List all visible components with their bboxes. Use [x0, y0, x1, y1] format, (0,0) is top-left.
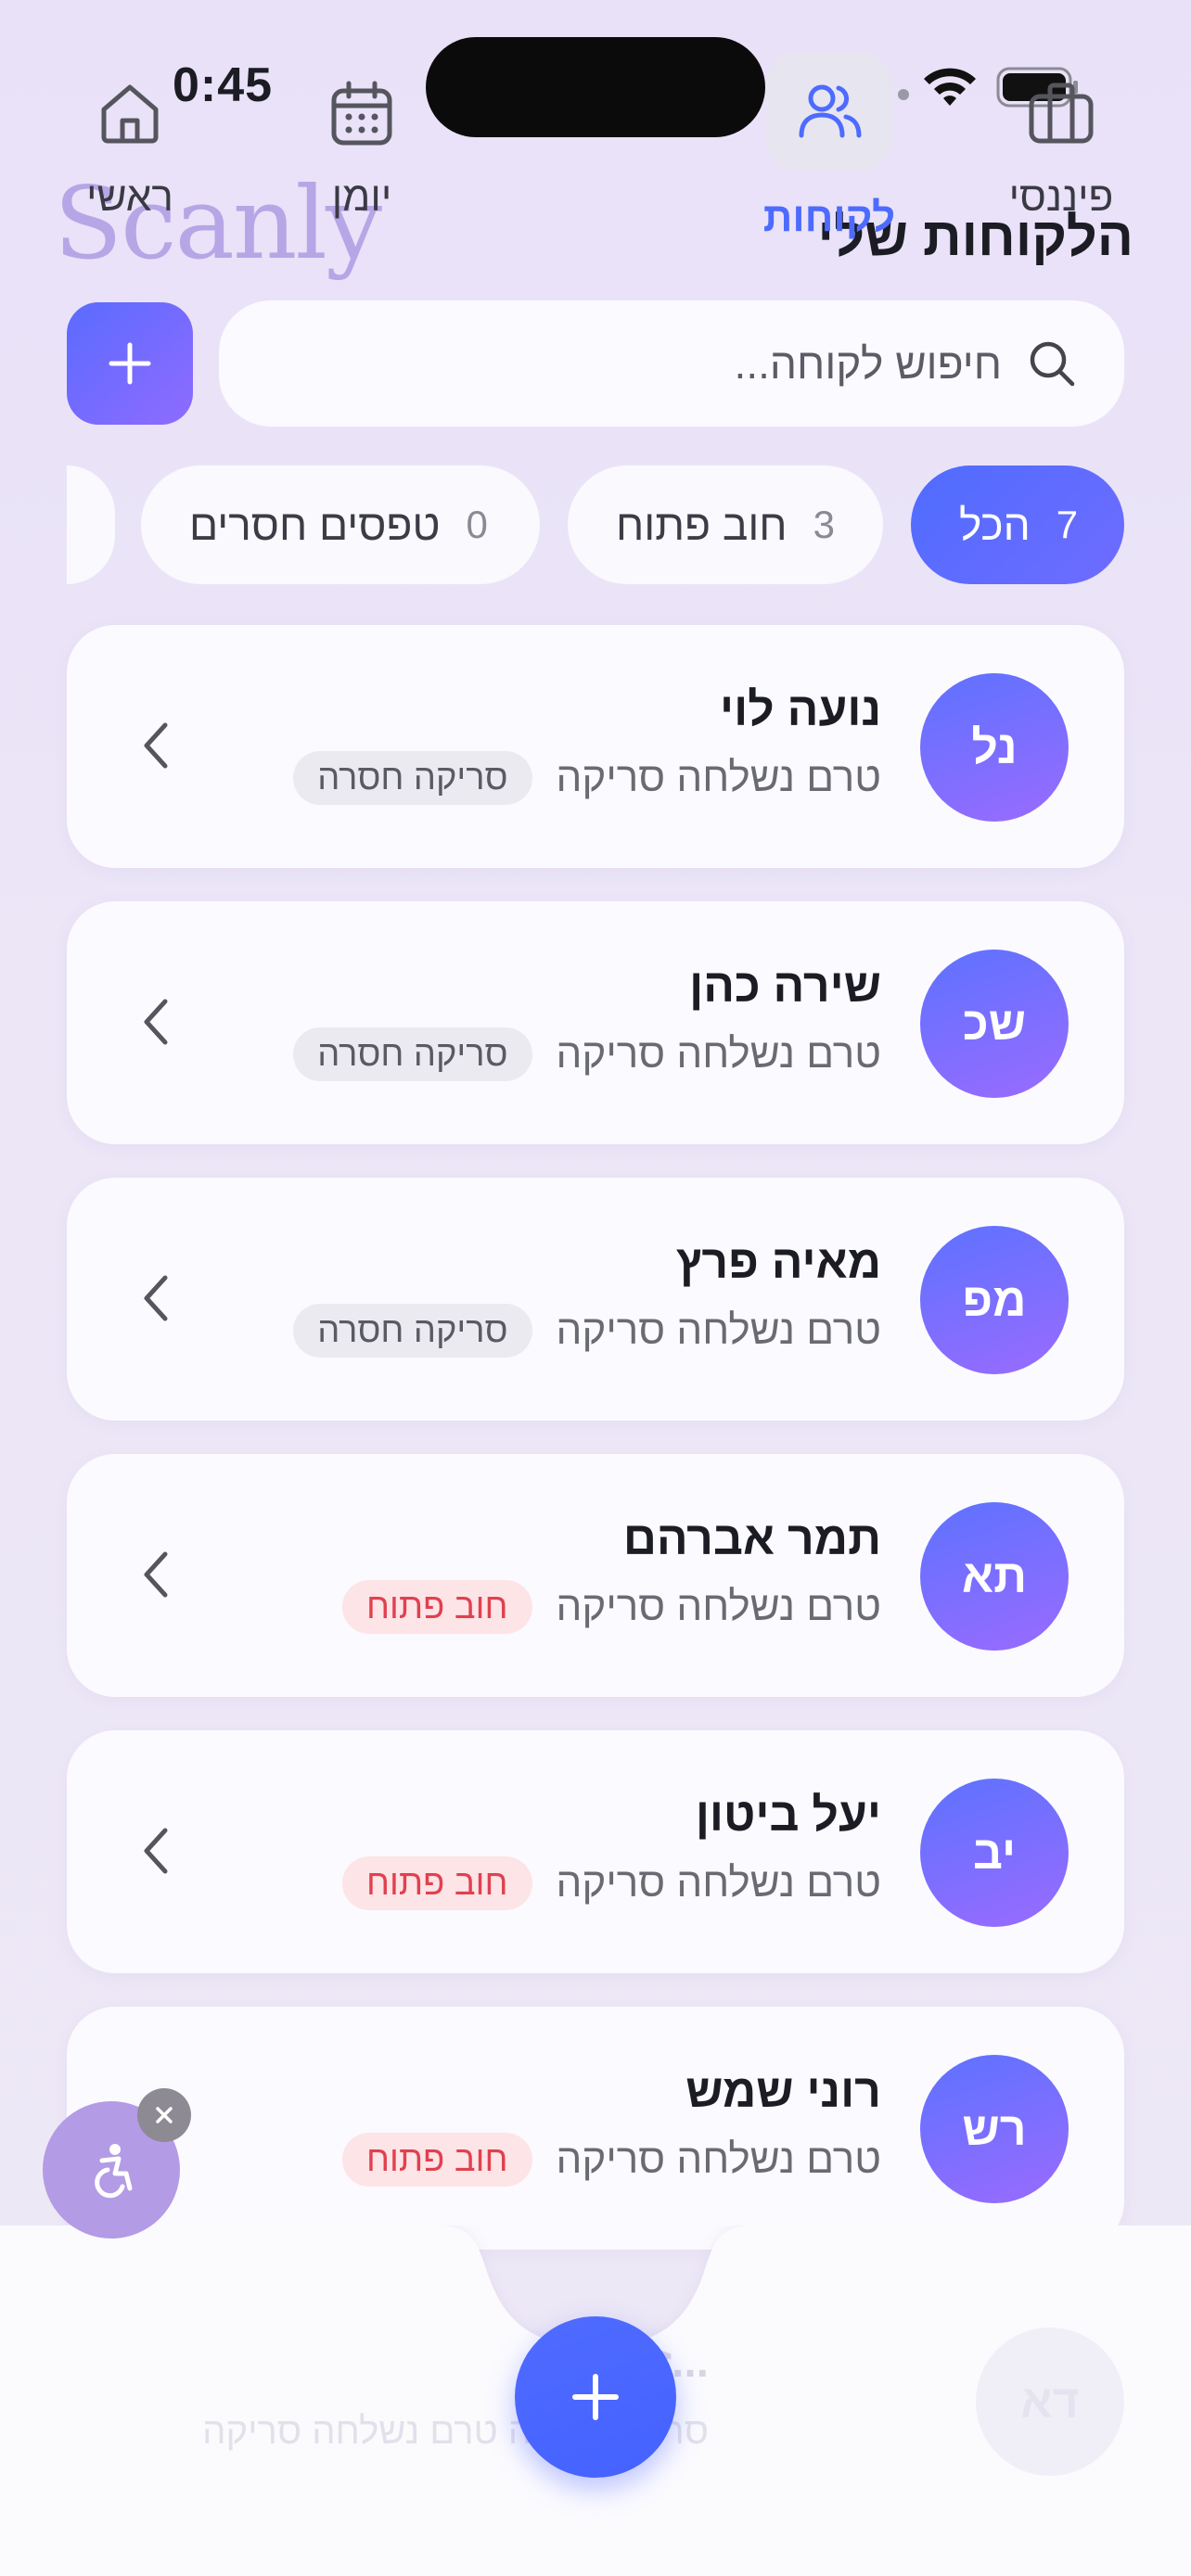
tab-finance[interactable]: פיננסי — [968, 56, 1154, 260]
filter-chip-all[interactable]: הכל 7 — [911, 465, 1124, 584]
avatar: רש — [920, 2055, 1069, 2203]
status-badge: סריקה חסרה — [293, 1027, 532, 1081]
debt-badge: חוב פתוח — [342, 1856, 532, 1910]
client-card[interactable]: תא תמר אברהם חוב פתוח טרם נשלחה סריקה — [67, 1454, 1124, 1697]
avatar: מפ — [920, 1226, 1069, 1374]
client-card[interactable]: רש רוני שמש חוב פתוח טרם נשלחה סריקה — [67, 2007, 1124, 2250]
search-placeholder: חיפוש לקוחה... — [734, 339, 1002, 388]
avatar: שכ — [920, 950, 1069, 1098]
status-badge: סריקה חסרה — [293, 751, 532, 805]
client-card[interactable]: שכ שירה כהן סריקה חסרה טרם נשלחה סריקה — [67, 901, 1124, 1144]
client-status: טרם נשלחה סריקה — [556, 755, 881, 800]
new-scan-fab[interactable] — [515, 2316, 676, 2478]
briefcase-icon — [1029, 83, 1094, 144]
avatar: נל — [920, 673, 1069, 822]
tab-label: לקוחות — [762, 195, 896, 240]
add-client-button[interactable] — [67, 302, 193, 425]
tab-active-indicator — [766, 52, 892, 171]
calendar-icon — [331, 81, 392, 146]
client-status: טרם נשלחה סריקה — [556, 2136, 881, 2182]
filter-chip-label: חוב פתוח — [616, 501, 788, 549]
chevron-left-icon — [144, 722, 168, 769]
tab-label: פיננסי — [1008, 174, 1114, 220]
chevron-left-icon — [144, 1551, 168, 1598]
chevron-left-icon — [144, 1828, 168, 1874]
chevron-left-icon — [144, 1275, 168, 1321]
avatar: יב — [920, 1779, 1069, 1927]
filter-chip-count: 3 — [813, 503, 835, 546]
plus-icon — [572, 2374, 619, 2420]
client-card[interactable]: מפ מאיה פרץ סריקה חסרה טרם נשלחה סריקה — [67, 1178, 1124, 1421]
filter-chip-count: 0 — [466, 503, 488, 546]
filter-chip-missing-forms[interactable]: טפסים חסרים 0 — [141, 465, 540, 584]
tab-calendar[interactable]: יומן — [269, 56, 455, 260]
client-status: טרם נשלחה סריקה — [556, 1860, 881, 1906]
tab-label: יומן — [331, 174, 392, 220]
home-icon — [101, 84, 159, 144]
filter-chip-label: טפסים חסרים — [189, 501, 441, 549]
avatar: תא — [920, 1502, 1069, 1651]
debt-badge: חוב פתוח — [342, 2133, 532, 2187]
client-name: מאיה פרץ — [675, 1236, 881, 1288]
close-icon — [156, 2107, 173, 2123]
client-name: שירה כהן — [689, 960, 881, 1012]
filter-chip-count: 7 — [1056, 503, 1079, 546]
chevron-left-icon — [144, 999, 168, 1045]
plus-icon — [109, 342, 151, 385]
tab-label: ראשי — [86, 174, 173, 220]
filter-chip-overflow[interactable] — [67, 465, 115, 584]
dynamic-island — [426, 37, 765, 137]
client-status: טרם נשלחה סריקה — [556, 1031, 881, 1077]
filter-chip-open-debt[interactable]: חוב פתוח 3 — [568, 465, 883, 584]
avatar-partial: דא — [976, 2327, 1124, 2476]
search-input[interactable]: חיפוש לקוחה... — [219, 300, 1124, 427]
debt-badge: חוב פתוח — [342, 1580, 532, 1634]
filter-chip-label: הכל — [959, 501, 1031, 549]
client-name: תמר אברהם — [622, 1512, 881, 1564]
client-status: טרם נשלחה סריקה — [556, 1584, 881, 1629]
search-icon — [1030, 341, 1075, 387]
client-card[interactable]: נל נועה לוי סריקה חסרה טרם נשלחה סריקה — [67, 625, 1124, 868]
users-icon — [799, 84, 862, 138]
status-badge: סריקה חסרה — [293, 1304, 532, 1358]
client-name: יעל ביטון — [695, 1789, 881, 1841]
tab-home[interactable]: ראשי — [37, 56, 223, 260]
client-name: רוני שמש — [685, 2065, 881, 2117]
client-card[interactable]: יב יעל ביטון חוב פתוח טרם נשלחה סריקה — [67, 1730, 1124, 1973]
client-status: טרם נשלחה סריקה — [556, 1307, 881, 1353]
tab-clients[interactable]: לקוחות — [736, 52, 922, 260]
client-name: נועה לוי — [720, 683, 881, 735]
accessibility-icon — [95, 2144, 133, 2199]
accessibility-close-button[interactable] — [137, 2088, 191, 2142]
